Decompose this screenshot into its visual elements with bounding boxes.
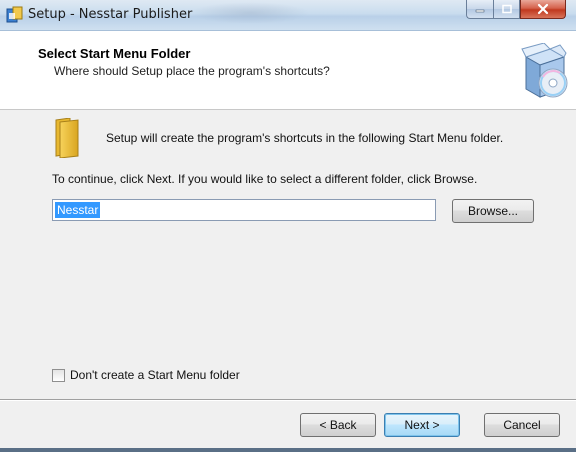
title-bar[interactable]: Setup - Nesstar Publisher bbox=[0, 0, 576, 31]
browse-button[interactable]: Browse... bbox=[452, 199, 534, 223]
installer-box-cd-icon bbox=[520, 42, 568, 103]
next-button[interactable]: Next > bbox=[384, 413, 460, 437]
intro-text: Setup will create the program's shortcut… bbox=[106, 131, 504, 145]
setup-window: Setup - Nesstar Publisher Select Start M… bbox=[0, 0, 576, 452]
maximize-button[interactable] bbox=[493, 0, 520, 19]
setup-app-icon bbox=[6, 6, 24, 24]
close-button[interactable] bbox=[520, 0, 566, 19]
start-menu-folder-input[interactable]: Nesstar bbox=[52, 199, 436, 221]
window-controls bbox=[466, 0, 566, 20]
back-button[interactable]: < Back bbox=[300, 413, 376, 437]
maximize-icon bbox=[501, 4, 512, 14]
folder-input-value: Nesstar bbox=[55, 202, 101, 218]
folder-icon bbox=[52, 117, 82, 159]
window-bottom-border bbox=[0, 448, 576, 452]
no-start-menu-label[interactable]: Don't create a Start Menu folder bbox=[70, 368, 240, 382]
window-title: Setup - Nesstar Publisher bbox=[28, 7, 193, 22]
page-subtitle: Where should Setup place the program's s… bbox=[54, 64, 330, 78]
page-title: Select Start Menu Folder bbox=[38, 46, 191, 61]
close-icon bbox=[537, 3, 549, 15]
instruction-text: To continue, click Next. If you would li… bbox=[52, 172, 478, 186]
no-start-menu-option[interactable]: Don't create a Start Menu folder bbox=[52, 368, 240, 382]
wizard-header: Select Start Menu Folder Where should Se… bbox=[0, 31, 576, 110]
cancel-button[interactable]: Cancel bbox=[484, 413, 560, 437]
footer-divider bbox=[0, 399, 576, 401]
minimize-button[interactable] bbox=[466, 0, 493, 19]
minimize-icon bbox=[475, 9, 485, 13]
no-start-menu-checkbox[interactable] bbox=[52, 368, 65, 382]
